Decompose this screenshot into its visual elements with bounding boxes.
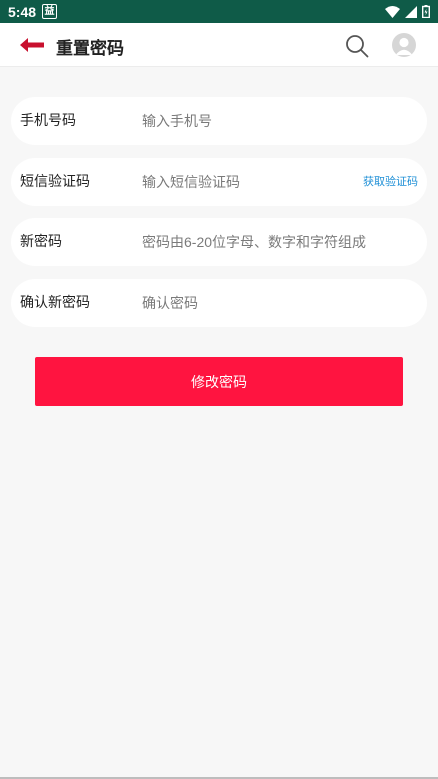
wifi-icon bbox=[385, 5, 400, 18]
new-password-label: 新密码 bbox=[20, 233, 62, 249]
new-password-input[interactable] bbox=[142, 229, 412, 255]
phone-input[interactable] bbox=[142, 108, 362, 134]
confirm-password-label: 确认新密码 bbox=[20, 294, 90, 310]
confirm-password-input[interactable] bbox=[142, 290, 362, 316]
phone-label: 手机号码 bbox=[20, 112, 76, 128]
signal-icon bbox=[405, 5, 417, 18]
app-notification-icon: 益 bbox=[42, 4, 58, 19]
phone-field: 手机号码 bbox=[11, 97, 427, 145]
get-code-button[interactable]: 获取验证码 bbox=[363, 173, 418, 189]
header-bar: 重置密码 bbox=[0, 23, 438, 67]
sms-code-input[interactable] bbox=[142, 169, 362, 195]
new-password-field: 新密码 bbox=[11, 218, 427, 266]
page-title: 重置密码 bbox=[56, 39, 124, 58]
back-arrow-icon[interactable] bbox=[20, 35, 48, 55]
sms-code-label: 短信验证码 bbox=[20, 173, 90, 189]
confirm-password-field: 确认新密码 bbox=[11, 279, 427, 327]
sms-code-field: 短信验证码 获取验证码 bbox=[11, 158, 427, 206]
status-icons bbox=[385, 5, 430, 18]
status-bar: 5:48 益 bbox=[0, 0, 438, 23]
battery-icon bbox=[422, 5, 430, 18]
avatar-icon[interactable] bbox=[392, 33, 416, 57]
submit-button[interactable]: 修改密码 bbox=[35, 357, 403, 406]
status-time: 5:48 bbox=[8, 3, 37, 20]
search-icon[interactable] bbox=[345, 34, 369, 58]
